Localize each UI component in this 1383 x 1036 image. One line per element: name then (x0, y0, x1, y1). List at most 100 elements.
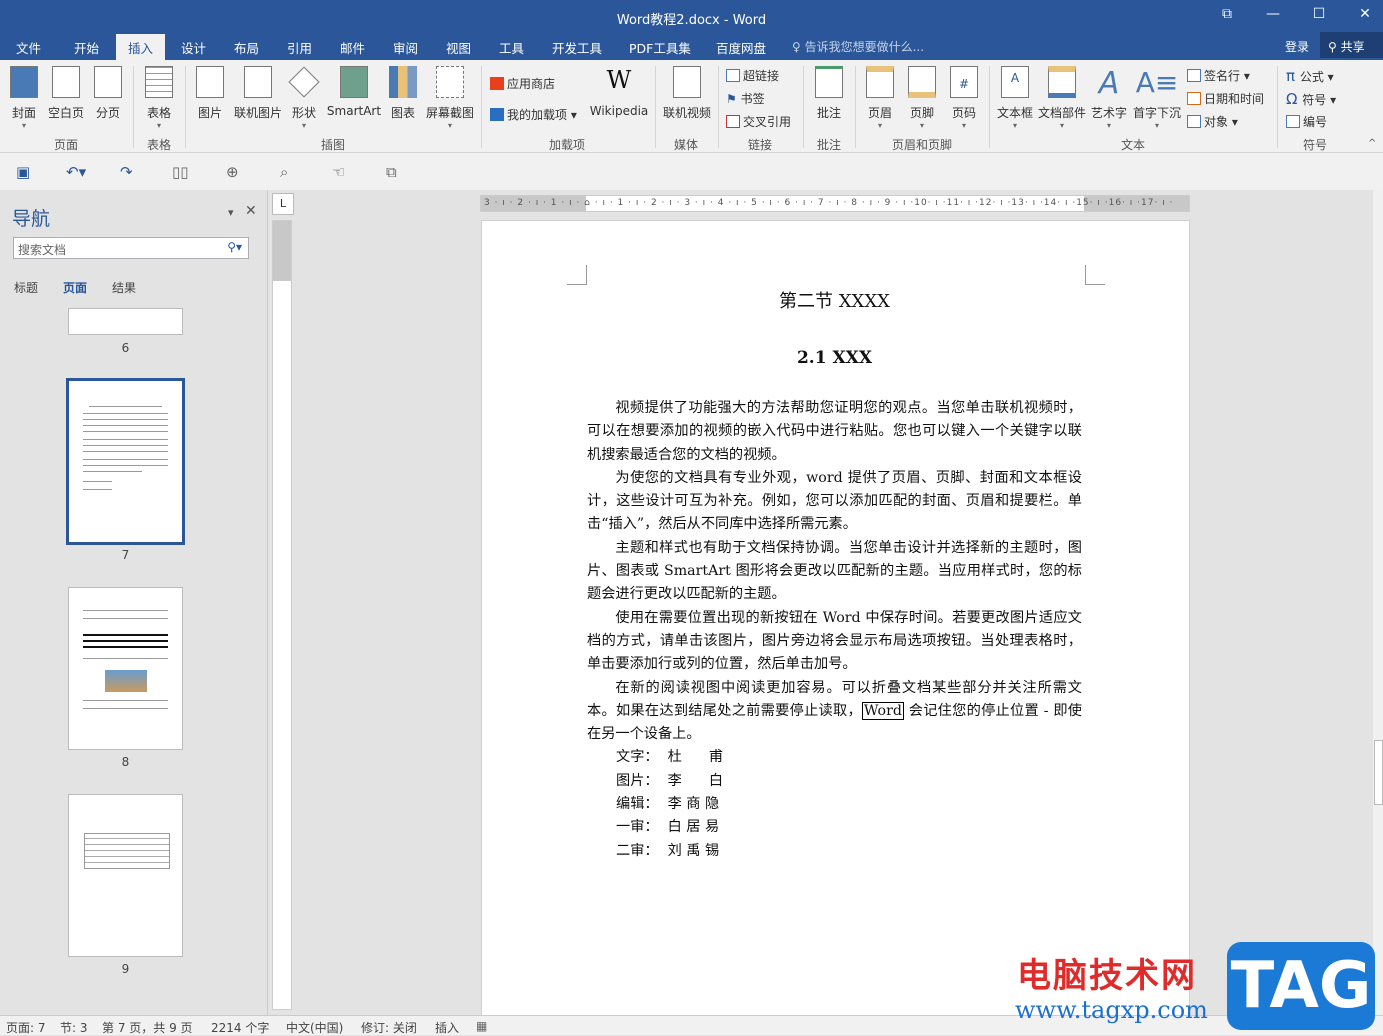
paragraph: 在新的阅读视图中阅读更加容易。可以折叠文档某些部分并关注所需文本。如果在达到结尾… (587, 679, 1082, 743)
status-track-changes[interactable]: 修订: 关闭 (361, 1019, 417, 1036)
tab-tools[interactable]: 工具 (499, 38, 524, 57)
nav-tab-results[interactable]: 结果 (112, 279, 136, 296)
numbering-button[interactable]: 编号 (1286, 113, 1327, 130)
status-insert-mode[interactable]: 插入 (435, 1019, 459, 1036)
search-icon[interactable]: ⚲▾ (227, 240, 242, 254)
touch-mode-icon[interactable]: ☜ (332, 163, 345, 181)
vertical-ruler[interactable] (272, 220, 292, 1010)
chart-button[interactable]: 图表 (388, 66, 418, 121)
paragraph: 使用在需要位置出现的新按钮在 Word 中保存时间。若要更改图片适应文档的方式，… (587, 609, 1082, 673)
date-time-button[interactable]: 日期和时间 (1187, 90, 1264, 107)
nav-options-icon[interactable]: ▾ (228, 206, 234, 219)
my-addins-button[interactable]: 我的加载项 ▾ (490, 106, 577, 123)
redo-icon[interactable]: ↷ (120, 163, 133, 181)
close-button[interactable]: ✕ (1350, 6, 1380, 22)
online-video-button[interactable]: 联机视频 (661, 66, 713, 121)
tab-file[interactable]: 文件 (16, 38, 41, 57)
signature-line-button[interactable]: 签名行 ▾ (1187, 67, 1250, 84)
status-word-count[interactable]: 2214 个字 (211, 1019, 269, 1036)
tab-baidu-pan[interactable]: 百度网盘 (716, 38, 766, 57)
tab-design[interactable]: 设计 (181, 38, 206, 57)
shapes-icon (288, 66, 320, 98)
undo-icon[interactable]: ↶▾ (66, 163, 86, 181)
close-icon[interactable]: ✕ (245, 203, 257, 219)
vertical-scrollbar[interactable] (1373, 190, 1383, 1015)
equation-button[interactable]: π 公式 ▾ (1286, 67, 1334, 85)
screenshot-button[interactable]: 屏幕截图 ▾ (424, 66, 476, 130)
group-label-illustrations: 插图 (321, 138, 346, 152)
wikipedia-button[interactable]: W Wikipedia (588, 66, 650, 118)
cross-reference-icon (726, 115, 740, 128)
customize-icon[interactable]: ⧉ (386, 163, 397, 181)
read-mode-icon[interactable]: ▯▯ (172, 163, 189, 181)
header-button[interactable]: 页眉 ▾ (864, 66, 896, 130)
status-page[interactable]: 页面: 7 (6, 1019, 46, 1036)
save-icon[interactable]: ▣ (16, 163, 30, 181)
person-add-icon: ⚲ (1328, 40, 1341, 54)
page-number-icon: # (950, 66, 978, 98)
tab-layout[interactable]: 布局 (234, 38, 259, 57)
page-thumbnail[interactable] (68, 308, 183, 335)
divider (989, 66, 990, 148)
tab-pdf-tools[interactable]: PDF工具集 (629, 38, 691, 57)
document-body[interactable]: 视频提供了功能强大的方法帮助您证明您的观点。当您单击联机视频时，可以在想要添加的… (587, 397, 1082, 863)
store-button[interactable]: 应用商店 (490, 75, 555, 92)
wordart-button[interactable]: A 艺术字 ▾ (1090, 66, 1128, 130)
bookmark-button[interactable]: ⚑ 书签 (726, 90, 765, 107)
print-preview-icon[interactable]: ⌕ (280, 163, 288, 181)
cross-reference-button[interactable]: 交叉引用 (726, 113, 791, 130)
quick-parts-button[interactable]: 文档部件 ▾ (1037, 66, 1087, 130)
document-page[interactable]: 第二节 XXXX 2.1 XXX 视频提供了功能强大的方法帮助您证明您的观点。当… (481, 220, 1190, 1020)
search-input[interactable]: 搜索文档 ⚲▾ (13, 237, 249, 259)
online-picture-button[interactable]: 联机图片 (232, 66, 284, 121)
divider (855, 66, 856, 148)
nav-tab-pages[interactable]: 页面 (63, 279, 87, 296)
tab-insert[interactable]: 插入 (116, 34, 166, 60)
collapse-ribbon-icon[interactable]: ^ (1368, 138, 1376, 149)
picture-button[interactable]: 图片 (195, 66, 225, 121)
text-box-button[interactable]: A 文本框 ▾ (996, 66, 1034, 130)
nav-tab-headings[interactable]: 标题 (14, 279, 38, 296)
page-thumbnail[interactable] (68, 587, 183, 750)
web-layout-icon[interactable]: ⊕ (226, 163, 239, 181)
tab-developer[interactable]: 开发工具 (552, 38, 602, 57)
smartart-button[interactable]: SmartArt (326, 66, 382, 118)
page-thumbnail-selected[interactable] (66, 378, 185, 545)
tab-home[interactable]: 开始 (74, 38, 99, 57)
footer-button[interactable]: 页脚 ▾ (906, 66, 938, 130)
chart-icon (389, 66, 417, 98)
tab-mailings[interactable]: 邮件 (340, 38, 365, 57)
drop-cap-button[interactable]: A≡ 首字下沉 ▾ (1132, 66, 1182, 130)
maximize-button[interactable]: ☐ (1304, 6, 1334, 22)
scrollbar-thumb[interactable] (1374, 740, 1383, 805)
login-link[interactable]: 登录 (1285, 38, 1309, 55)
status-page-of[interactable]: 第 7 页，共 9 页 (102, 1019, 193, 1036)
table-button[interactable]: 表格 ▾ (142, 66, 176, 130)
comment-button[interactable]: 批注 (810, 66, 848, 121)
macro-icon[interactable]: ▦ (476, 1019, 487, 1033)
tab-selector[interactable]: L (272, 193, 294, 215)
minimize-button[interactable]: — (1258, 6, 1288, 22)
horizontal-ruler[interactable]: 3 · ı · 2 · ı · 1 · ı · ⌂ · ı · 1 · ı · … (480, 195, 1190, 212)
page-break-button[interactable]: 分页 (92, 66, 124, 121)
shapes-button[interactable]: 形状 ▾ (288, 66, 320, 130)
hyperlink-button[interactable]: 超链接 (726, 67, 779, 84)
share-button[interactable]: ⚲ 共享 (1320, 32, 1383, 58)
restore-ribbon-icon[interactable]: ⧉ (1212, 6, 1242, 22)
crop-mark (567, 265, 587, 285)
tab-review[interactable]: 审阅 (393, 38, 418, 57)
symbol-button[interactable]: Ω 符号 ▾ (1286, 90, 1336, 108)
tell-me-search[interactable]: ♀ 告诉我您想要做什么... (792, 38, 924, 55)
status-language[interactable]: 中文(中国) (286, 1019, 343, 1036)
page-number-button[interactable]: # 页码 ▾ (948, 66, 980, 130)
status-section[interactable]: 节: 3 (60, 1019, 88, 1036)
comment-icon (815, 66, 843, 98)
tab-view[interactable]: 视图 (446, 38, 471, 57)
blank-page-button[interactable]: 空白页 (46, 66, 86, 121)
tab-references[interactable]: 引用 (287, 38, 312, 57)
group-label-addins: 加载项 (549, 138, 586, 152)
page-thumbnail[interactable] (68, 794, 183, 957)
object-button[interactable]: 对象 ▾ (1187, 113, 1238, 130)
page-number: 7 (121, 548, 130, 562)
cover-page-button[interactable]: 封面 ▾ (8, 66, 40, 130)
